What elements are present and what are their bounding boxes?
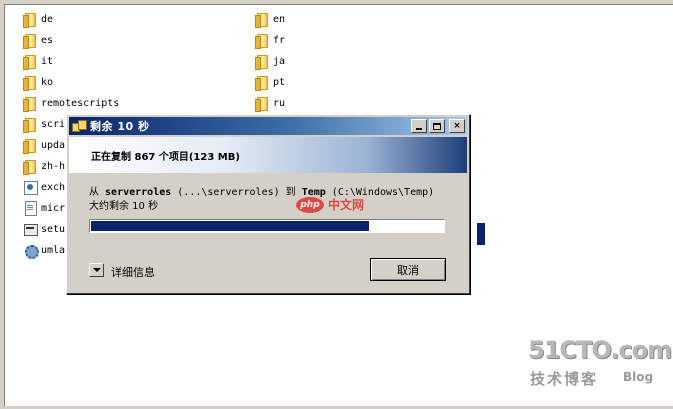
list-item-label: ko [41, 76, 54, 88]
close-icon: × [453, 120, 461, 131]
list-item[interactable]: ru [255, 95, 286, 112]
dialog-title: 剩余 10 秒 [90, 120, 150, 133]
list-item[interactable]: en [255, 11, 286, 28]
folder-icon [23, 54, 37, 70]
copy-summary-text: 正在复制 867 个项目(123 MB) [91, 151, 240, 163]
more-details-label[interactable]: 详细信息 [111, 264, 155, 280]
list-item[interactable]: es [23, 32, 54, 49]
folder-icon [23, 138, 37, 154]
list-item-label: ru [273, 97, 286, 109]
copy-progress-dialog: 剩余 10 秒 × 正在复制 867 个项目(123 MB) 从 serverr… [66, 114, 470, 294]
folder-icon [23, 33, 37, 49]
list-item[interactable]: zh-h [23, 158, 66, 175]
dialog-header-band: 正在复制 867 个项目(123 MB) [69, 137, 467, 173]
cancel-button[interactable]: 取消 [370, 258, 446, 281]
folder-icon [23, 75, 37, 91]
folder-icon [255, 75, 269, 91]
php-cn-watermark: php 中文网 [296, 196, 364, 213]
close-button[interactable]: × [449, 119, 465, 133]
list-item-label: scri [41, 118, 66, 130]
list-item[interactable]: de [23, 11, 54, 28]
folder-icon [255, 96, 269, 112]
document-icon [23, 201, 37, 216]
list-item-label: zh-h [41, 160, 66, 172]
dialog-titlebar[interactable]: 剩余 10 秒 × [69, 117, 467, 135]
list-item[interactable]: upda [23, 137, 66, 154]
list-item[interactable]: micr [23, 200, 65, 216]
list-item-label: setu [41, 223, 66, 235]
51cto-logo: 51CTO.com [528, 336, 672, 364]
list-item[interactable]: remotescripts [23, 95, 120, 112]
list-item-label: en [273, 13, 286, 25]
folder-icon [23, 159, 37, 175]
list-item[interactable]: ja [255, 53, 286, 70]
list-item[interactable]: umla [23, 242, 66, 259]
more-details-toggle[interactable] [89, 263, 104, 277]
copy-source-destination: 从 serverroles (...\serverroles) 到 Temp (… [89, 183, 434, 198]
folder-icon [23, 12, 37, 28]
setup-icon [23, 222, 38, 236]
list-item-label: pt [273, 76, 286, 88]
list-item-label: remotescripts [41, 97, 120, 109]
chevron-down-icon [92, 268, 101, 272]
list-item[interactable]: setu [23, 221, 65, 237]
progress-bar-fill [91, 221, 370, 231]
maximize-icon [433, 122, 441, 130]
minimize-button[interactable] [411, 119, 427, 133]
list-item-label: es [41, 34, 54, 46]
list-item[interactable]: it [23, 53, 54, 70]
list-item-label: ja [273, 55, 286, 67]
list-item-label: micr [41, 202, 66, 214]
php-logo-badge: php [296, 196, 324, 213]
list-item-label: it [41, 55, 54, 67]
list-item[interactable]: ko [23, 74, 54, 91]
folder-icon [23, 117, 37, 133]
exe-icon [23, 180, 38, 195]
list-item[interactable]: fr [255, 32, 286, 49]
copy-folders-icon [72, 120, 87, 132]
folder-icon [255, 33, 269, 49]
gear-icon [23, 243, 39, 259]
list-item[interactable]: pt [255, 74, 286, 91]
51cto-blog-text: Blog [623, 370, 654, 384]
list-item-label: de [41, 13, 54, 25]
list-item-label: upda [41, 139, 66, 151]
php-cn-text: 中文网 [328, 198, 365, 212]
copy-progress-bar [89, 219, 445, 233]
51cto-tech-blog-text: 技术博客 [530, 370, 599, 388]
list-item-label: exch [41, 181, 66, 193]
minimize-icon [416, 127, 422, 130]
folder-icon [255, 54, 269, 70]
maximize-button[interactable] [429, 119, 445, 133]
folder-icon [255, 12, 269, 28]
time-remaining-text: 大约剩余 10 秒 [89, 201, 159, 212]
selected-item-highlight [477, 223, 485, 245]
list-item[interactable]: exch [23, 179, 65, 195]
source-path: (...\serverroles) 到 [171, 187, 302, 198]
list-item-label: umla [41, 244, 66, 256]
window-controls: × [411, 119, 465, 133]
list-item[interactable]: scri [23, 116, 66, 133]
list-item-label: fr [273, 34, 286, 46]
folder-icon [23, 96, 37, 112]
51cto-watermark: 51CTO.com 技术博客 Blog [528, 336, 672, 394]
